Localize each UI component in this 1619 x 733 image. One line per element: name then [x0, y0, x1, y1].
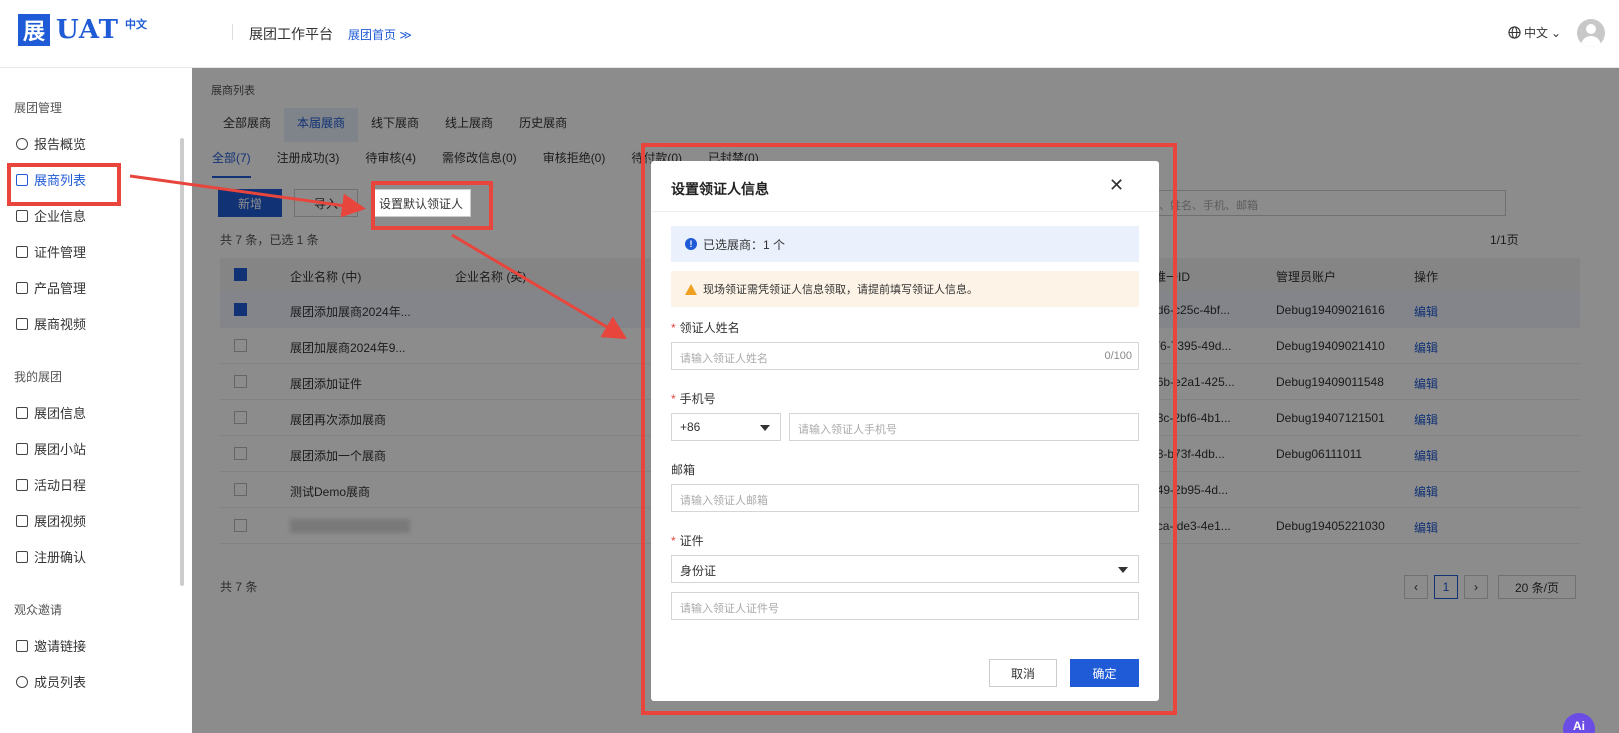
- email-label: 邮箱: [671, 463, 696, 477]
- selected-info-banner: ! 已选展商：1 个: [671, 226, 1139, 262]
- sidebar-item-label: 活动日程: [34, 478, 87, 493]
- selected-info-text: 已选展商：1 个: [703, 237, 786, 252]
- info-icon: !: [685, 238, 697, 250]
- sidebar-item-report[interactable]: 报告概览: [16, 134, 86, 153]
- sidebar-item-label: 展团视频: [34, 514, 87, 529]
- sidebar-item-group-video[interactable]: 展团视频: [16, 511, 86, 530]
- home-link[interactable]: 展团首页 ≫: [348, 26, 412, 43]
- sidebar-item-label: 产品管理: [34, 281, 87, 296]
- sidebar-item-label: 展团小站: [34, 442, 87, 457]
- sidebar-item-exhibitor-video[interactable]: 展商视频: [16, 314, 86, 333]
- section-title: 我的展团: [14, 370, 63, 384]
- divider: [651, 211, 1159, 212]
- top-bar: 展 UAT 中文 展团工作平台 展团首页 ≫ 中文 ⌄: [0, 0, 1619, 68]
- sidebar-item-label: 证件管理: [34, 245, 87, 260]
- label-text: 领证人姓名: [679, 321, 740, 335]
- avatar[interactable]: [1577, 19, 1605, 47]
- warning-text: 现场领证需凭领证人信息领取，请提前填写领证人信息。: [703, 284, 978, 296]
- sidebar-item-registration[interactable]: 注册确认: [16, 547, 86, 566]
- label-text: 证件: [679, 534, 704, 548]
- name-label: * 领证人姓名: [671, 321, 740, 335]
- sidebar-item-products[interactable]: 产品管理: [16, 278, 86, 297]
- user-icon: [16, 675, 28, 688]
- home-icon: [16, 442, 28, 455]
- close-icon[interactable]: ✕: [1109, 175, 1124, 196]
- certificate-number-input[interactable]: 请输入领证人证件号: [671, 592, 1139, 620]
- chart-icon: [16, 137, 28, 150]
- section-title: 观众邀请: [14, 603, 63, 617]
- certificate-label: * 证件: [671, 534, 704, 548]
- divider: [232, 24, 233, 40]
- annotation-box-sidebar: [7, 163, 121, 206]
- logo-text: UAT: [56, 15, 119, 45]
- grid-icon: [16, 281, 28, 294]
- sidebar-item-label: 注册确认: [34, 550, 87, 565]
- sidebar-item-label: 展商视频: [34, 317, 87, 332]
- phone-label: * 手机号: [671, 392, 716, 406]
- certificate-type-select[interactable]: 身份证: [671, 555, 1139, 583]
- country-code-select[interactable]: +86: [671, 413, 781, 441]
- link-icon: [16, 639, 28, 652]
- confirm-button[interactable]: 确定: [1070, 659, 1139, 687]
- email-input[interactable]: 请输入领证人邮箱: [671, 484, 1139, 512]
- label-text: 手机号: [679, 392, 716, 406]
- placeholder: 请输入领证人姓名: [680, 353, 768, 365]
- video-icon: [16, 317, 28, 330]
- annotation-box-button: [371, 181, 493, 230]
- logo-mark: 展: [18, 14, 50, 46]
- sidebar-item-certificates[interactable]: 证件管理: [16, 242, 86, 261]
- collector-name-input[interactable]: 请输入领证人姓名 0/100: [671, 342, 1139, 370]
- id-card-icon: [16, 245, 28, 258]
- section-title: 展团管理: [14, 101, 63, 115]
- sidebar-item-label: 企业信息: [34, 209, 87, 224]
- logo-lang: 中文: [124, 19, 147, 31]
- phone-input[interactable]: 请输入领证人手机号: [789, 413, 1139, 441]
- sidebar-item-label: 报告概览: [34, 137, 87, 152]
- sidebar-item-invite-link[interactable]: 邀请链接: [16, 636, 86, 655]
- modal-title: 设置领证人信息: [671, 181, 769, 197]
- sidebar-item-group-site[interactable]: 展团小站: [16, 439, 86, 458]
- sidebar-item-company-info[interactable]: 企业信息: [16, 206, 86, 225]
- sidebar-scrollbar[interactable]: [180, 138, 184, 586]
- language-switch[interactable]: 中文 ⌄: [1508, 24, 1561, 41]
- globe-icon: [1508, 26, 1521, 39]
- sidebar-item-label: 展团信息: [34, 406, 87, 421]
- clipboard-icon: [16, 550, 28, 563]
- cancel-button[interactable]: 取消: [989, 659, 1057, 687]
- char-counter: 0/100: [1104, 350, 1132, 362]
- selected-value: 身份证: [680, 564, 717, 578]
- caret-down-icon: [760, 425, 770, 431]
- calendar-icon: [16, 478, 28, 491]
- logo[interactable]: 展 UAT 中文: [18, 14, 147, 46]
- language-label: 中文: [1524, 26, 1549, 40]
- caret-down-icon: [1118, 567, 1128, 573]
- warning-banner: 现场领证需凭领证人信息领取，请提前填写领证人信息。: [671, 271, 1139, 307]
- sidebar-item-members[interactable]: 成员列表: [16, 672, 86, 691]
- set-collector-modal: 设置领证人信息 ✕ ! 已选展商：1 个 现场领证需凭领证人信息领取，请提前填写…: [651, 161, 1159, 701]
- sidebar-item-label: 成员列表: [34, 675, 87, 690]
- selected-value: +86: [680, 420, 701, 434]
- warning-icon: [685, 283, 697, 295]
- chevron-down-icon: ⌄: [1551, 25, 1562, 40]
- video-icon: [16, 514, 28, 527]
- document-icon: [16, 209, 28, 222]
- platform-title: 展团工作平台: [249, 26, 333, 42]
- sidebar-item-label: 邀请链接: [34, 639, 87, 654]
- sidebar-item-schedule[interactable]: 活动日程: [16, 475, 86, 494]
- building-icon: [16, 406, 28, 419]
- sidebar-item-group-info[interactable]: 展团信息: [16, 403, 86, 422]
